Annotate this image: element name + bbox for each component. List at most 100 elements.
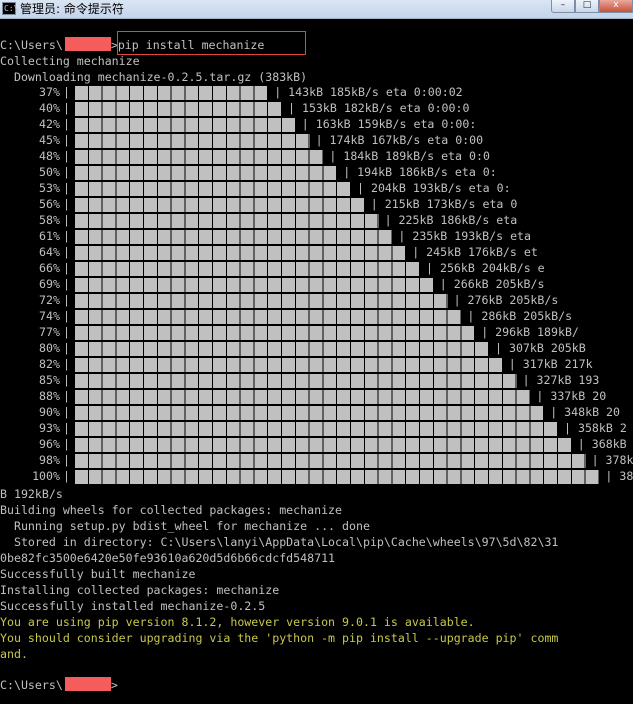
progress-percent: 48%: [39, 149, 60, 163]
progress-bar-fill: [75, 118, 296, 132]
prompt-prefix: C:\Users\: [0, 38, 63, 52]
pip-warning-line-3: and.: [0, 647, 28, 661]
prompt-prefix-2: C:\Users\: [0, 678, 63, 692]
stored-line: Stored in directory: C:\Users\lanyi\AppD…: [0, 535, 559, 549]
progress-percent: 90%: [39, 405, 60, 419]
command-highlight-box: [117, 31, 306, 55]
downloading-line: Downloading mechanize-0.2.5.tar.gz (383k…: [0, 70, 308, 84]
progress-bar-start: |: [63, 165, 70, 179]
progress-status: | 296kB 189kB/: [481, 325, 579, 339]
progress-percent: 53%: [39, 181, 60, 195]
progress-bar-start: |: [63, 325, 70, 339]
hash-line: 0be82fc3500e6420e50fe93610a620d5d6b66cdc…: [0, 551, 336, 565]
progress-status: | 348kB 20: [550, 405, 620, 419]
progress-status: | 276kB 205kB/s: [453, 293, 559, 307]
progress-status: | 225kB 186kB/s eta: [384, 213, 518, 227]
minimize-button[interactable]: –: [551, 0, 575, 13]
progress-bar-fill: [75, 134, 310, 148]
progress-percent: 69%: [39, 277, 60, 291]
progress-bar-fill: [75, 166, 338, 180]
progress-status: | 245kB 176kB/s et: [412, 245, 538, 259]
progress-status: | 215kB 173kB/s eta 0: [370, 197, 518, 211]
close-button[interactable]: x: [599, 0, 633, 13]
progress-bar-fill: [75, 246, 407, 260]
progress-bar-start: |: [63, 181, 70, 195]
progress-bar-start: |: [63, 421, 70, 435]
pip-warning-line-1: You are using pip version 8.1.2, however…: [0, 615, 475, 629]
progress-bar-start: |: [63, 117, 70, 131]
progress-status: | 317kB 217k: [508, 357, 593, 371]
progress-status: | 327kB 193: [522, 373, 600, 387]
cmd-app-icon[interactable]: C:\: [2, 2, 19, 15]
progress-percent: 40%: [39, 101, 60, 115]
progress-percent: 61%: [39, 229, 60, 243]
title-bar[interactable]: C:\ 管理员: 命令提示符 – □ x: [0, 0, 633, 19]
progress-status: | 194kB 186kB/s eta 0:: [343, 165, 497, 179]
progress-bar-fill: [75, 374, 517, 388]
progress-bar-start: |: [63, 133, 70, 147]
progress-bar-start: |: [63, 469, 70, 483]
progress-bar-start: |: [63, 437, 70, 451]
progress-percent: 66%: [39, 261, 60, 275]
progress-status: | 204kB 193kB/s eta 0:: [357, 181, 511, 195]
progress-bar-start: |: [63, 405, 70, 419]
window-title: 管理员: 命令提示符: [20, 2, 124, 16]
progress-bar-start: |: [63, 149, 70, 163]
progress-bar-start: |: [63, 261, 70, 275]
maximize-button[interactable]: □: [575, 0, 599, 13]
progress-percent: 98%: [39, 453, 60, 467]
after-progress-line: B 192kB/s: [0, 487, 63, 501]
prompt-suffix-2: >: [110, 678, 118, 692]
progress-bar-fill: [75, 262, 420, 276]
progress-bar-fill: [75, 406, 545, 420]
built-line: Successfully built mechanize: [0, 567, 196, 581]
progress-bar-start: |: [63, 293, 70, 307]
redacted-username: [65, 37, 111, 51]
progress-percent: 37%: [39, 85, 60, 99]
progress-status: | 153kB 182kB/s eta 0:00:0: [288, 101, 470, 115]
installing-line: Installing collected packages: mechanize: [0, 583, 280, 597]
progress-status: | 184kB 189kB/s eta 0:0: [329, 149, 490, 163]
progress-status: | 286kB 205kB/s: [467, 309, 573, 323]
progress-status: | 389k: [605, 469, 633, 483]
progress-status: | 174kB 167kB/s eta 0:00: [315, 133, 484, 147]
progress-bar-fill: [75, 150, 324, 164]
progress-percent: 64%: [39, 245, 60, 259]
progress-percent: 100%: [32, 469, 60, 483]
progress-percent: 45%: [39, 133, 60, 147]
progress-percent: 88%: [39, 389, 60, 403]
progress-bar-start: |: [63, 373, 70, 387]
progress-percent: 74%: [39, 309, 60, 323]
progress-status: | 307kB 205kB: [495, 341, 586, 355]
progress-bar-start: |: [63, 101, 70, 115]
progress-bar-fill: [75, 438, 572, 452]
progress-percent: 50%: [39, 165, 60, 179]
progress-bar-start: |: [63, 277, 70, 291]
building-line: Building wheels for collected packages: …: [0, 503, 343, 517]
progress-status: | 266kB 205kB/s: [439, 277, 545, 291]
progress-bar-start: |: [63, 309, 70, 323]
progress-percent: 82%: [39, 357, 60, 371]
console-output[interactable]: C:\Users\ >pip install mechanize Collecti…: [0, 20, 633, 704]
progress-bar-fill: [75, 454, 586, 468]
progress-bar-fill: [75, 102, 282, 116]
progress-bar-start: |: [63, 197, 70, 211]
progress-bar-fill: [75, 470, 600, 484]
progress-status: | 256kB 204kB/s e: [426, 261, 545, 275]
progress-status: | 368kB: [577, 437, 627, 451]
progress-percent: 56%: [39, 197, 60, 211]
collecting-line: Collecting mechanize: [0, 54, 140, 68]
cmd-icon-glyph: C:\: [4, 4, 19, 13]
progress-bar-fill: [75, 342, 489, 356]
progress-status: | 235kB 193kB/s eta: [398, 229, 532, 243]
progress-bar-fill: [75, 198, 365, 212]
progress-status: | 143kB 185kB/s eta 0:00:02: [274, 85, 463, 99]
progress-bar-fill: [75, 86, 269, 100]
progress-bar-start: |: [63, 389, 70, 403]
pip-warning-line-2: You should consider upgrading via the 'p…: [0, 631, 559, 645]
installed-line: Successfully installed mechanize-0.2.5: [0, 599, 266, 613]
progress-percent: 42%: [39, 117, 60, 131]
redacted-username-2: [65, 677, 111, 691]
progress-bar-fill: [75, 390, 531, 404]
running-line: Running setup.py bdist_wheel for mechani…: [0, 519, 370, 533]
